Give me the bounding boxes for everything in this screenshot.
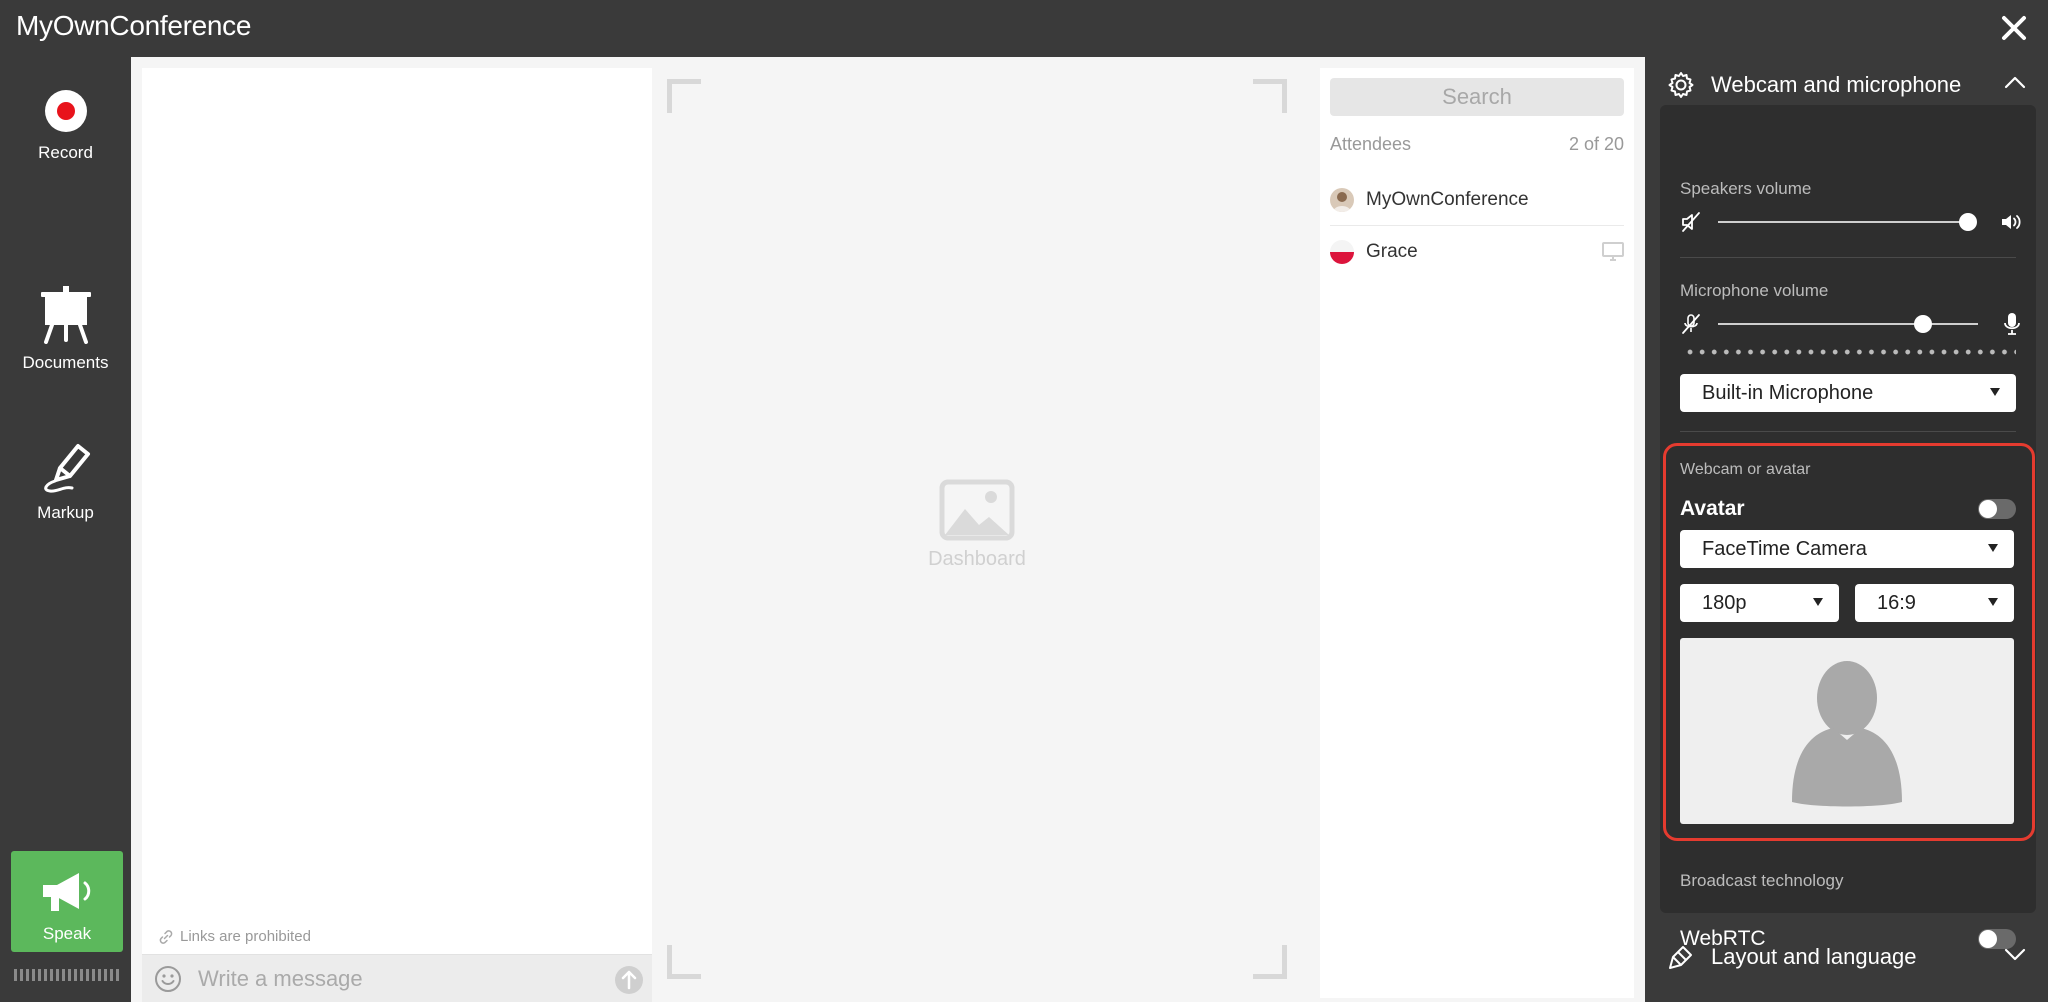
marker-pen-icon	[43, 444, 90, 493]
megaphone-icon	[43, 873, 91, 911]
microphone-level-dots	[1684, 349, 2016, 355]
speakers-volume-track[interactable]	[1718, 221, 1968, 223]
paint-brush-icon	[1669, 946, 1692, 969]
documents-label: Documents	[22, 353, 109, 372]
chat-panel: Links are prohibited	[142, 68, 652, 1002]
microphone-device-value: Built-in Microphone	[1702, 381, 1874, 404]
attendees-panel: Attendees 2 of 20 MyOwnConference Grace	[1320, 68, 1634, 998]
layout-language-header[interactable]: Layout and language	[1645, 929, 2048, 985]
message-input[interactable]	[198, 963, 588, 995]
dashboard-area[interactable]: Dashboard	[667, 79, 1287, 979]
frame-corner-bottom-right	[1253, 945, 1287, 979]
frame-corner-bottom-left	[667, 945, 701, 979]
link-icon	[159, 929, 173, 944]
speaker-mute-icon[interactable]	[1680, 211, 1702, 233]
camera-device-select[interactable]: FaceTime Camera	[1680, 530, 2014, 568]
photo-avatar	[1330, 187, 1354, 212]
resolution-value: 180p	[1702, 591, 1747, 614]
dropdown-arrow-icon	[1813, 598, 1823, 606]
audio-level-meter	[14, 969, 120, 981]
title-bar: MyOwnConference	[0, 0, 2048, 56]
avatar-label: Avatar	[1680, 497, 1745, 520]
aspect-ratio-select[interactable]: 16:9	[1855, 584, 2014, 622]
dashboard-label: Dashboard	[928, 548, 1026, 570]
send-icon[interactable]	[614, 965, 644, 995]
webcam-microphone-title: Webcam and microphone	[1711, 72, 1962, 97]
screen-icon	[1602, 242, 1624, 261]
attendee-row[interactable]: MyOwnConference	[1330, 174, 1624, 226]
resolution-select[interactable]: 180p	[1680, 584, 1839, 622]
record-icon	[44, 90, 87, 132]
app-title: MyOwnConference	[16, 10, 252, 41]
section-divider	[1680, 431, 2016, 432]
frame-corner-top-left	[667, 79, 701, 113]
message-bar	[142, 954, 652, 1002]
speakers-volume-label: Speakers volume	[1680, 179, 1812, 198]
settings-panel: Webcam and microphone Speakers volume Mi…	[1645, 57, 2048, 1002]
speaker-loud-icon[interactable]	[2000, 211, 2024, 233]
broadcast-technology-label: Broadcast technology	[1680, 871, 1844, 890]
microphone-volume-track[interactable]	[1718, 323, 1978, 325]
left-toolbar: Record Documents Markup Speak	[0, 56, 131, 1002]
attendees-count: 2 of 20	[1568, 134, 1624, 154]
chevron-up-icon	[2004, 76, 2026, 89]
record-label: Record	[38, 143, 93, 162]
markup-label: Markup	[37, 503, 94, 522]
image-placeholder-icon	[939, 479, 1015, 541]
speak-button[interactable]: Speak	[11, 851, 123, 952]
close-button[interactable]	[1994, 8, 2034, 48]
microphone-volume-label: Microphone volume	[1680, 281, 1829, 300]
speak-label: Speak	[42, 924, 92, 943]
speakers-volume-knob[interactable]	[1959, 213, 1977, 231]
attendee-name: MyOwnConference	[1366, 188, 1529, 210]
presentation-board-icon	[40, 286, 91, 344]
layout-language-title: Layout and language	[1711, 944, 1917, 969]
microphone-device-select[interactable]: Built-in Microphone	[1680, 374, 2016, 412]
microphone-volume-knob[interactable]	[1914, 315, 1933, 333]
documents-button[interactable]: Documents	[0, 284, 131, 373]
attendee-row[interactable]: Grace	[1330, 226, 1624, 278]
markup-button[interactable]: Markup	[0, 438, 131, 523]
frame-corner-top-right	[1253, 79, 1287, 113]
webcam-microphone-body: Speakers volume Microphone volume Built-…	[1660, 105, 2036, 950]
links-note: Links are prohibited	[158, 928, 311, 945]
links-note-text: Links are prohibited	[180, 928, 311, 945]
avatar-toggle[interactable]	[1978, 499, 2016, 519]
dropdown-arrow-icon	[1988, 598, 1998, 606]
attendee-name: Grace	[1366, 241, 1418, 262]
main-area: Links are prohibited Write a message Das…	[131, 57, 1645, 1002]
attendees-header: Attendees 2 of 20	[1330, 134, 1624, 155]
section-divider	[1680, 257, 2016, 258]
attendees-title: Attendees	[1330, 134, 1412, 154]
emoji-icon[interactable]	[154, 965, 182, 993]
webcam-preview	[1680, 638, 2014, 824]
microphone-icon[interactable]	[2002, 312, 2022, 336]
search-input[interactable]	[1330, 78, 1624, 116]
gear-icon	[1668, 72, 1694, 98]
microphone-volume-slider[interactable]	[1680, 310, 2020, 338]
record-button[interactable]: Record	[0, 88, 131, 163]
close-icon	[2002, 16, 2026, 40]
flag-avatar	[1330, 240, 1354, 264]
microphone-mute-icon[interactable]	[1680, 313, 1702, 335]
speakers-volume-slider[interactable]	[1680, 208, 2021, 236]
webcam-avatar-label: Webcam or avatar	[1680, 461, 1811, 478]
camera-device-value: FaceTime Camera	[1702, 537, 1867, 560]
chevron-down-icon	[2004, 948, 2026, 961]
dropdown-arrow-icon	[1990, 388, 2000, 396]
aspect-ratio-value: 16:9	[1877, 591, 1916, 614]
dropdown-arrow-icon	[1988, 544, 1998, 552]
user-silhouette-icon	[1792, 661, 1902, 807]
dashboard-placeholder: Dashboard	[667, 479, 1287, 571]
